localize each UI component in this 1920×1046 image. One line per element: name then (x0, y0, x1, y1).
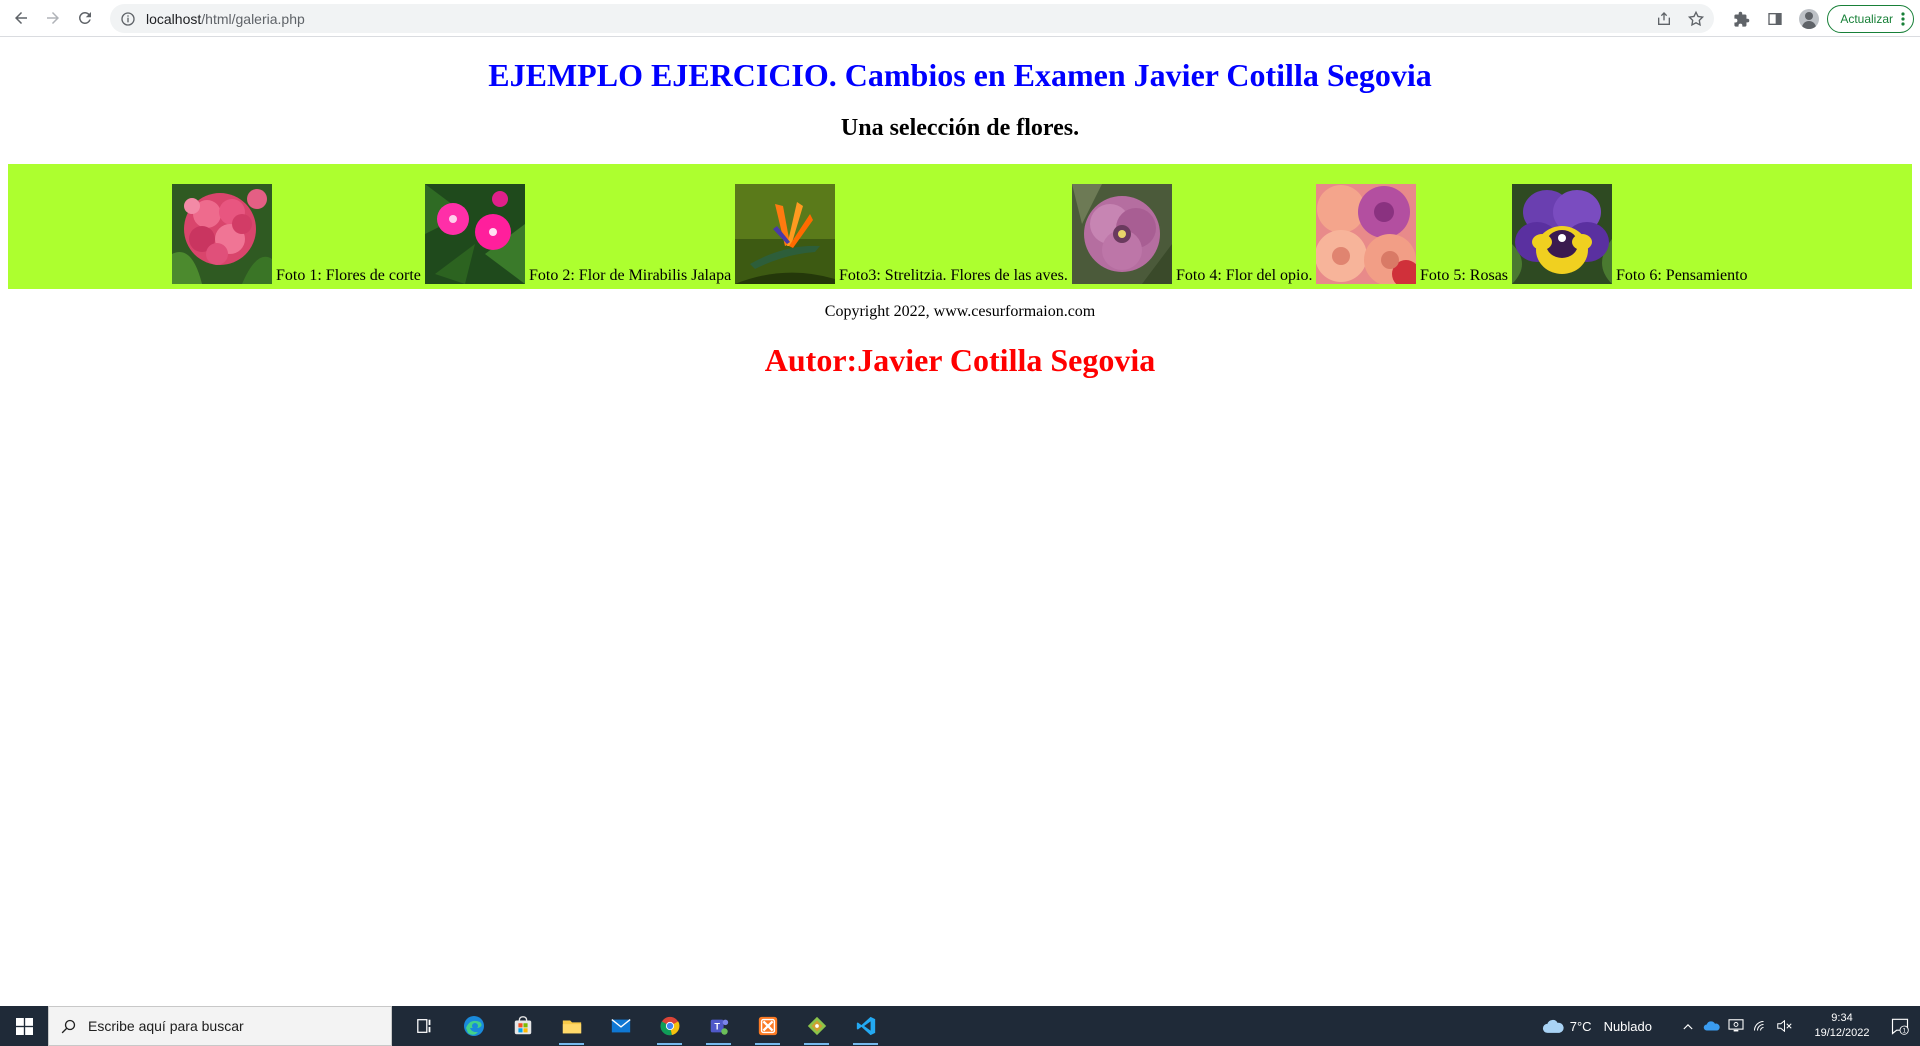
update-button[interactable]: Actualizar (1827, 5, 1914, 33)
photo-mirabilis (425, 184, 525, 284)
chrome-icon[interactable] (645, 1006, 694, 1046)
onedrive-cloud-icon[interactable] (1700, 1006, 1724, 1046)
bookmark-star-icon[interactable] (1682, 5, 1710, 33)
gallery-item-5: Foto 5: Rosas (1316, 174, 1508, 284)
author-heading: Autor:Javier Cotilla Segovia (764, 342, 1156, 378)
taskbar-search[interactable]: Escribe aquí para buscar (48, 1006, 392, 1046)
page-title: EJEMPLO EJERCICIO. Cambios en Examen Jav… (488, 57, 1432, 93)
photo-caption: Foto 6: Pensamiento (1616, 267, 1748, 284)
profile-avatar-icon[interactable] (1793, 3, 1825, 35)
back-arrow-icon (15, 12, 27, 24)
photo-roses (1316, 184, 1416, 284)
task-view-icon[interactable] (400, 1006, 449, 1046)
chevron-up-icon[interactable] (1676, 1006, 1700, 1046)
url-host: localhost (146, 10, 202, 27)
update-button-label: Actualizar (1840, 12, 1893, 26)
copyright-text: Copyright 2022, www.cesurformaion.com (824, 303, 1096, 320)
weather-widget[interactable]: 7°C Nublado (1542, 1019, 1652, 1034)
extensions-puzzle-icon[interactable] (1725, 3, 1757, 35)
xampp-icon[interactable] (743, 1006, 792, 1046)
volume-muted-icon[interactable] (1772, 1006, 1796, 1046)
photo-caption: Foto 5: Rosas (1420, 267, 1509, 284)
cloud-icon (1542, 1019, 1564, 1033)
gallery-item-2: Foto 2: Flor de Mirabilis Jalapa (425, 174, 731, 284)
share-icon[interactable] (1650, 5, 1678, 33)
display-monitor-icon[interactable] (1724, 1006, 1748, 1046)
store-icon[interactable] (498, 1006, 547, 1046)
windows-taskbar: Escribe aquí para buscar T 7°C Nublado 9… (0, 1006, 1920, 1046)
windows-logo-icon (15, 1017, 33, 1035)
photo-caption: Foto 2: Flor de Mirabilis Jalapa (529, 267, 732, 284)
photo-caption: Foto 4: Flor del opio. (1176, 267, 1313, 284)
photo-caption: Foto3: Strelitzia. Flores de las aves. (839, 267, 1068, 284)
browser-toolbar: localhost/html/galeria.php Actualizar (0, 0, 1920, 37)
gallery-item-6: Foto 6: Pensamiento (1512, 174, 1748, 284)
search-icon (61, 1019, 76, 1033)
photo-caption: Foto 1: Flores de corte (276, 267, 421, 284)
site-info-icon[interactable] (118, 9, 138, 29)
search-placeholder: Escribe aquí para buscar (88, 1018, 244, 1034)
forward-arrow-icon (47, 12, 59, 24)
teams-icon[interactable]: T (694, 1006, 743, 1046)
photo-gallery: Foto 1: Flores de corte Foto 2: Flor de … (8, 164, 1912, 289)
git-icon[interactable] (792, 1006, 841, 1046)
notification-count: 1 (1902, 1028, 1906, 1035)
forward-button[interactable] (37, 2, 69, 34)
weather-temperature: 7°C (1569, 1018, 1592, 1034)
reload-button[interactable] (69, 2, 101, 34)
photo-pansy (1512, 184, 1612, 284)
file-explorer-icon[interactable] (547, 1006, 596, 1046)
start-button[interactable] (0, 1006, 48, 1046)
vscode-icon[interactable] (841, 1006, 890, 1046)
menu-kebab-icon (1901, 12, 1905, 26)
url-text[interactable]: localhost/html/galeria.php (146, 11, 305, 27)
photo-opium-poppy (1072, 184, 1172, 284)
back-button[interactable] (5, 2, 37, 34)
clock-time: 9:34 (1831, 1012, 1853, 1024)
system-clock[interactable]: 9:34 19/12/2022 (1804, 1011, 1880, 1041)
system-tray: 7°C Nublado 9:34 19/12/2022 1 (1542, 1006, 1920, 1046)
page-content: EJEMPLO EJERCICIO. Cambios en Examen Jav… (0, 37, 1920, 1006)
gallery-item-4: Foto 4: Flor del opio. (1072, 174, 1312, 284)
photo-strelitzia (735, 184, 835, 284)
gallery-item-3: Foto3: Strelitzia. Flores de las aves. (735, 174, 1068, 284)
photo-hydrangea (172, 184, 272, 284)
weather-description: Nublado (1603, 1018, 1652, 1034)
wifi-icon[interactable] (1748, 1006, 1772, 1046)
gallery-item-1: Foto 1: Flores de corte (172, 174, 421, 284)
svg-text:T: T (714, 1022, 720, 1032)
mail-icon[interactable] (596, 1006, 645, 1046)
clock-date: 19/12/2022 (1814, 1027, 1870, 1039)
notification-center-icon[interactable]: 1 (1880, 1006, 1920, 1046)
url-path: /html/galeria.php (201, 10, 305, 27)
page-subtitle: Una selección de flores. (840, 115, 1080, 141)
reload-icon (78, 11, 91, 24)
address-bar[interactable]: localhost/html/galeria.php (110, 4, 1714, 33)
edge-icon[interactable] (449, 1006, 498, 1046)
side-panel-icon[interactable] (1759, 3, 1791, 35)
